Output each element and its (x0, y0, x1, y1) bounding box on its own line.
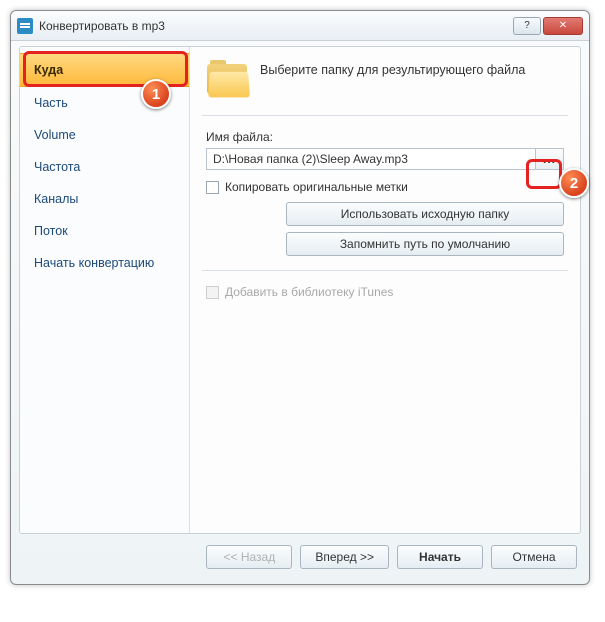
sidebar-item-frequency[interactable]: Частота (20, 151, 189, 183)
window-controls: ? ✕ (513, 17, 583, 35)
ellipsis-icon: ... (543, 152, 556, 166)
close-button[interactable]: ✕ (543, 17, 583, 35)
footer-buttons: << Назад Вперед >> Начать Отмена (19, 540, 581, 574)
sidebar-item-label: Начать конвертацию (34, 256, 154, 270)
sidebar-item-label: Volume (34, 128, 76, 142)
close-icon: ✕ (559, 20, 567, 31)
add-itunes-checkbox (206, 286, 219, 299)
button-label: Вперед >> (315, 550, 374, 564)
button-label: Начать (419, 550, 461, 564)
back-button[interactable]: << Назад (206, 545, 292, 569)
copy-tags-label: Копировать оригинальные метки (225, 180, 408, 194)
add-itunes-label: Добавить в библиотеку iTunes (225, 285, 393, 299)
sidebar: Куда Часть Volume Частота Каналы Поток Н… (20, 47, 190, 533)
sidebar-item-label: Куда (34, 63, 63, 77)
browse-button[interactable]: ... (536, 148, 564, 170)
cancel-button[interactable]: Отмена (491, 545, 577, 569)
start-button[interactable]: Начать (397, 545, 483, 569)
dialog-window: Конвертировать в mp3 ? ✕ Куда Часть Volu… (10, 10, 590, 585)
app-icon (17, 18, 33, 34)
sidebar-item-volume[interactable]: Volume (20, 119, 189, 151)
sidebar-item-part[interactable]: Часть (20, 87, 189, 119)
folder-icon (206, 59, 250, 97)
separator (202, 270, 568, 271)
content-pane: Выберите папку для результирующего файла… (190, 47, 580, 533)
sidebar-item-label: Частота (34, 160, 80, 174)
content-header: Выберите папку для результирующего файла (206, 59, 564, 97)
sidebar-item-label: Поток (34, 224, 68, 238)
sidebar-item-destination[interactable]: Куда (20, 53, 189, 87)
filename-input[interactable] (206, 148, 536, 170)
forward-button[interactable]: Вперед >> (300, 545, 389, 569)
copy-tags-row[interactable]: Копировать оригинальные метки (206, 180, 564, 194)
titlebar[interactable]: Конвертировать в mp3 ? ✕ (11, 11, 589, 41)
button-label: << Назад (224, 550, 276, 564)
sidebar-item-start-conversion[interactable]: Начать конвертацию (20, 247, 189, 279)
button-label: Использовать исходную папку (341, 207, 510, 221)
use-source-folder-button[interactable]: Использовать исходную папку (286, 202, 564, 226)
window-title: Конвертировать в mp3 (39, 19, 513, 33)
sidebar-item-label: Каналы (34, 192, 78, 206)
help-button[interactable]: ? (513, 17, 541, 35)
folder-actions: Использовать исходную папку Запомнить пу… (286, 202, 564, 256)
sidebar-item-stream[interactable]: Поток (20, 215, 189, 247)
remember-default-button[interactable]: Запомнить путь по умолчанию (286, 232, 564, 256)
button-label: Запомнить путь по умолчанию (340, 237, 510, 251)
sidebar-item-label: Часть (34, 96, 68, 110)
button-label: Отмена (512, 550, 555, 564)
add-itunes-row: Добавить в библиотеку iTunes (206, 285, 564, 299)
filename-label: Имя файла: (206, 130, 564, 144)
sidebar-item-channels[interactable]: Каналы (20, 183, 189, 215)
copy-tags-checkbox[interactable] (206, 181, 219, 194)
filename-row: ... (206, 148, 564, 170)
header-text: Выберите папку для результирующего файла (260, 59, 525, 78)
client-area: Куда Часть Volume Частота Каналы Поток Н… (19, 46, 581, 534)
separator (202, 115, 568, 116)
help-icon: ? (524, 20, 530, 31)
